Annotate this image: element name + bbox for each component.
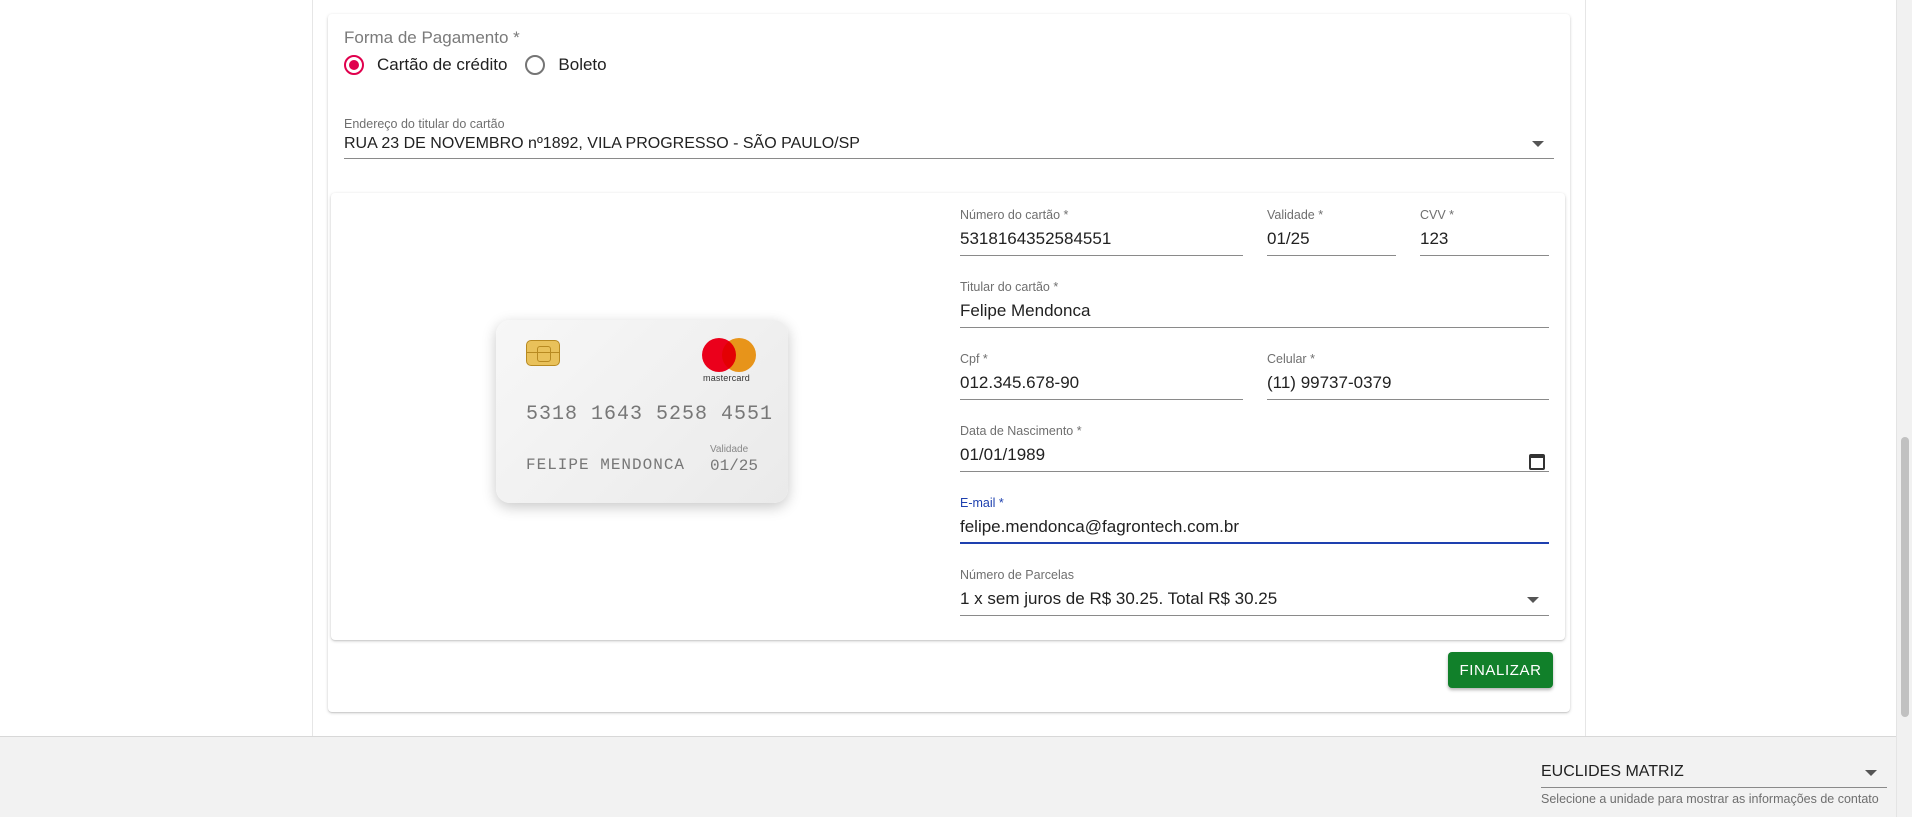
radio-credit-card-label: Cartão de crédito <box>377 55 508 74</box>
cpf-label: Cpf * <box>960 352 988 366</box>
mastercard-yellow-circle <box>722 338 756 372</box>
calendar-icon[interactable] <box>1529 454 1545 470</box>
card-preview-validity: 01/25 <box>710 457 759 475</box>
card-number-label: Número do cartão * <box>960 208 1069 222</box>
radio-checked-icon <box>344 55 364 75</box>
email-field[interactable]: E-mail * felipe.mendonca@fagrontech.com.… <box>960 496 1549 544</box>
cpf-value: 012.345.678-90 <box>960 373 1080 392</box>
card-number-field[interactable]: Número do cartão * 5318164352584551 <box>960 208 1243 256</box>
radio-boleto-label: Boleto <box>558 55 607 74</box>
payment-method-label: Forma de Pagamento * <box>344 28 520 47</box>
phone-field[interactable]: Celular * (11) 99737-0379 <box>1267 352 1549 400</box>
finalize-button[interactable]: FINALIZAR <box>1448 652 1553 688</box>
unit-select-hint: Selecione a unidade para mostrar as info… <box>1541 792 1879 806</box>
installments-value: 1 x sem juros de R$ 30.25. Total R$ 30.2… <box>960 589 1278 608</box>
birth-date-field[interactable]: Data de Nascimento * 01/01/1989 <box>960 424 1549 472</box>
address-select[interactable]: Endereço do titular do cartão RUA 23 DE … <box>344 117 1554 159</box>
credit-card-preview: mastercard 5318 1643 5258 4551 FELIPE ME… <box>496 320 788 503</box>
address-select-label: Endereço do titular do cartão <box>344 117 505 131</box>
validity-label: Validade * <box>1267 208 1324 222</box>
chevron-down-icon <box>1532 141 1544 147</box>
address-select-value: RUA 23 DE NOVEMBRO nº1892, VILA PROGRESS… <box>344 135 860 152</box>
card-chip-icon <box>526 340 560 366</box>
installments-select[interactable]: Número de Parcelas 1 x sem juros de R$ 3… <box>960 568 1549 616</box>
card-holder-field[interactable]: Titular do cartão * Felipe Mendonca <box>960 280 1549 328</box>
phone-label: Celular * <box>1267 352 1315 366</box>
scrollbar-thumb[interactable] <box>1901 437 1909 717</box>
cvv-label: CVV * <box>1420 208 1455 222</box>
validity-field[interactable]: Validade * 01/25 <box>1267 208 1396 256</box>
radio-unchecked-icon <box>525 55 546 75</box>
installments-label: Número de Parcelas <box>960 568 1074 582</box>
mastercard-logo: mastercard <box>702 338 762 383</box>
unit-select-value: EUCLIDES MATRIZ <box>1541 763 1684 780</box>
radio-credit-card[interactable]: Cartão de crédito <box>344 55 507 75</box>
unit-select[interactable]: EUCLIDES MATRIZ <box>1541 756 1887 788</box>
chevron-down-icon <box>1865 770 1877 776</box>
mastercard-wordmark: mastercard <box>703 373 751 383</box>
validity-value: 01/25 <box>1267 229 1310 248</box>
birth-date-label: Data de Nascimento * <box>960 424 1082 438</box>
email-value: felipe.mendonca@fagrontech.com.br <box>960 517 1240 536</box>
page-scrollbar[interactable] <box>1896 0 1912 817</box>
radio-boleto[interactable]: Boleto <box>525 55 607 75</box>
chevron-down-icon <box>1527 597 1539 603</box>
payment-method-radio-group: Cartão de crédito Boleto <box>344 55 625 75</box>
card-preview-holder: FELIPE MENDONCA <box>526 456 686 474</box>
card-preview-number: 5318 1643 5258 4551 <box>526 403 774 426</box>
card-preview-validity-label: Validade <box>710 444 749 455</box>
phone-value: (11) 99737-0379 <box>1267 373 1392 392</box>
cpf-field[interactable]: Cpf * 012.345.678-90 <box>960 352 1243 400</box>
card-holder-label: Titular do cartão * <box>960 280 1059 294</box>
email-label: E-mail * <box>960 496 1004 510</box>
card-holder-value: Felipe Mendonca <box>960 301 1091 320</box>
card-number-value: 5318164352584551 <box>960 229 1112 248</box>
cvv-value: 123 <box>1420 229 1449 248</box>
cvv-field[interactable]: CVV * 123 <box>1420 208 1549 256</box>
birth-date-value: 01/01/1989 <box>960 445 1046 464</box>
